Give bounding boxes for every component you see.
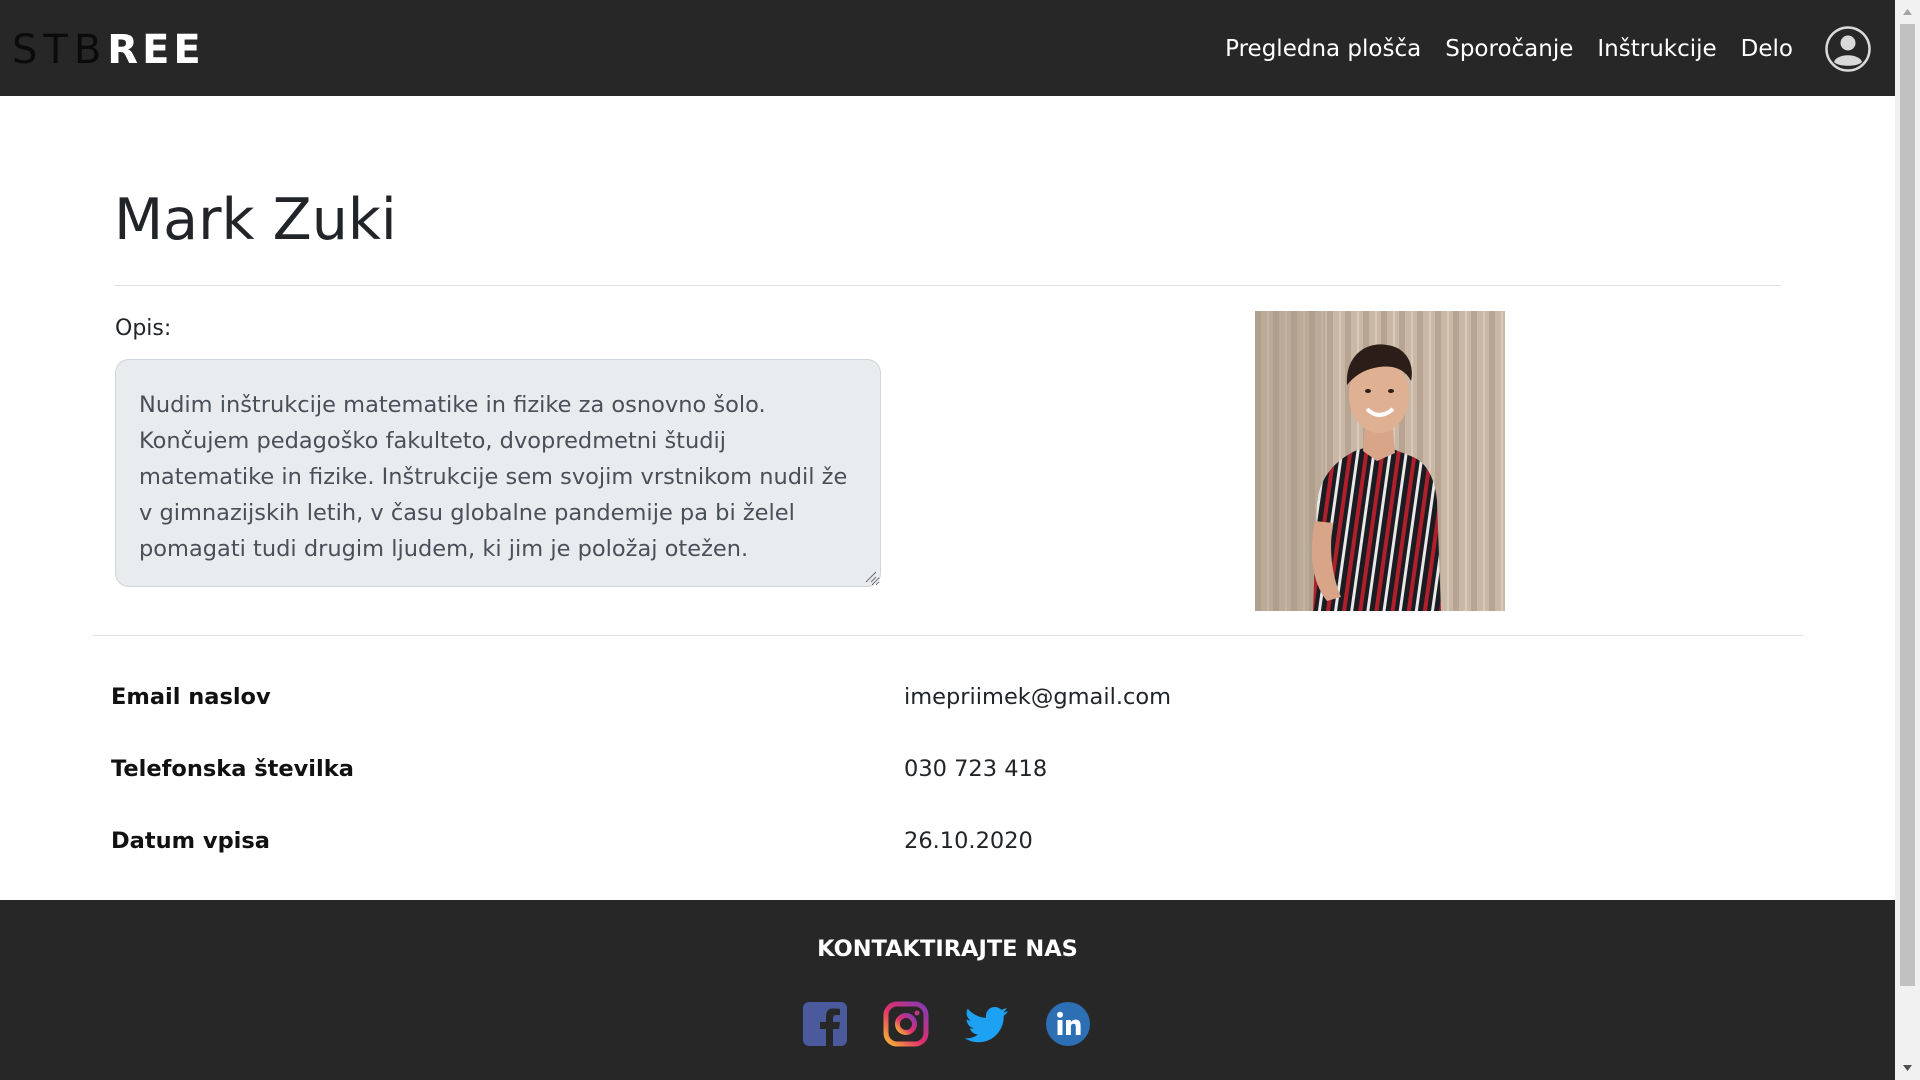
facebook-icon[interactable] xyxy=(802,1001,848,1047)
nav-link-instrukcije[interactable]: Inštrukcije xyxy=(1597,28,1716,70)
linkedin-icon[interactable] xyxy=(1045,1001,1091,1047)
nav-link-delo[interactable]: Delo xyxy=(1741,28,1793,70)
scroll-thumb[interactable] xyxy=(1900,24,1915,986)
scroll-down-arrow-icon[interactable] xyxy=(1901,1062,1914,1074)
scroll-up-arrow-icon[interactable] xyxy=(1901,6,1914,18)
nav-link-sporocanje[interactable]: Sporočanje xyxy=(1445,28,1573,70)
twitter-icon[interactable] xyxy=(964,1001,1010,1047)
footer: KONTAKTIRAJTE NAS xyxy=(0,900,1895,1080)
user-circle-icon[interactable] xyxy=(1825,26,1871,72)
divider xyxy=(93,635,1803,636)
detail-label: Email naslov xyxy=(111,684,271,710)
logo-light-part: REE xyxy=(107,27,205,73)
vertical-scrollbar[interactable] xyxy=(1895,0,1920,1080)
detail-value: imepriimek@gmail.com xyxy=(904,684,1172,710)
description-label: Opis: xyxy=(115,316,172,341)
description-textarea[interactable]: Nudim inštrukcije matematike in fizike z… xyxy=(115,359,881,587)
nav-link-pregledna-plosca[interactable]: Pregledna plošča xyxy=(1225,28,1421,70)
logo-dark-part: STB xyxy=(12,27,108,73)
footer-title: KONTAKTIRAJTE NAS xyxy=(817,936,1078,962)
profile-name: Mark Zuki xyxy=(114,187,397,253)
divider xyxy=(114,285,1781,286)
nav-links: Pregledna plošča Sporočanje Inštrukcije … xyxy=(1225,28,1793,70)
detail-label: Telefonska številka xyxy=(111,756,354,782)
detail-label: Datum vpisa xyxy=(111,828,270,854)
resize-handle-icon[interactable] xyxy=(863,569,877,583)
navbar: STB REE Pregledna plošča Sporočanje Inštr… xyxy=(0,0,1895,96)
description-text: Nudim inštrukcije matematike in fizike z… xyxy=(139,392,848,562)
detail-value: 030 723 418 xyxy=(904,756,1048,782)
profile-photo xyxy=(1255,311,1505,611)
brand-logo[interactable]: STB REE xyxy=(12,27,205,73)
page: STB REE Pregledna plošča Sporočanje Inštr… xyxy=(0,0,1895,1080)
detail-value: 26.10.2020 xyxy=(904,828,1033,854)
instagram-icon[interactable] xyxy=(883,1001,929,1047)
